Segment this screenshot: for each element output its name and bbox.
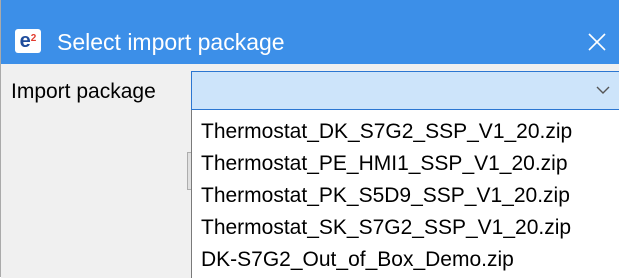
title-bar[interactable]: e2 Select import package — [1, 0, 619, 64]
dropdown-option[interactable]: Thermostat_SK_S7G2_SSP_V1_20.zip — [201, 213, 571, 243]
dropdown-option[interactable]: Thermostat_PK_S5D9_SSP_V1_20.zip — [201, 181, 570, 211]
dialog-title: Select import package — [57, 29, 285, 55]
import-package-dropdown-list: Thermostat_DK_S7G2_SSP_V1_20.zip Thermos… — [191, 110, 619, 278]
import-package-label: Import package — [11, 80, 156, 103]
dropdown-option[interactable]: Thermostat_PE_HMI1_SSP_V1_20.zip — [201, 149, 568, 179]
dropdown-option[interactable]: DK-S7G2_Out_of_Box_Demo.zip — [201, 245, 514, 275]
app-e2-icon: e2 — [15, 29, 41, 53]
chevron-down-icon — [596, 86, 610, 94]
close-button[interactable] — [574, 22, 619, 62]
import-package-combobox[interactable] — [191, 71, 619, 110]
close-icon — [588, 33, 606, 51]
select-import-package-dialog: e2 Select import package Import package … — [0, 0, 619, 278]
dropdown-option[interactable]: Thermostat_DK_S7G2_SSP_V1_20.zip — [201, 117, 572, 147]
